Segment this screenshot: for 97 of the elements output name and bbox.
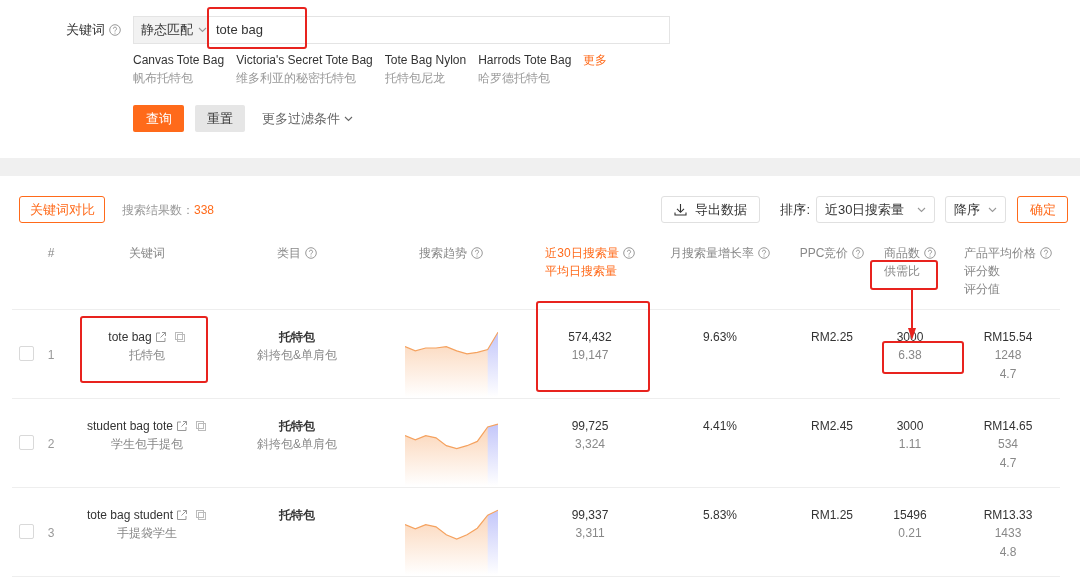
suggestion-link[interactable]: Victoria's Secret Tote Bag: [236, 52, 373, 68]
growth-rate: 9.63%: [703, 329, 737, 346]
column-header[interactable]: #: [47, 245, 55, 261]
average-price: RM15.54: [983, 329, 1033, 346]
help-icon[interactable]: [852, 247, 865, 259]
keyword-translation: 托特包: [129, 347, 165, 364]
suggestion-translation: 帆布托特包: [133, 70, 194, 87]
growth-rate: 5.83%: [703, 507, 737, 524]
chevron-down-icon: [344, 115, 353, 122]
chevron-down-icon: [198, 27, 207, 33]
sort-field-select[interactable]: 近30日搜索量: [816, 196, 935, 223]
reset-button[interactable]: 重置: [195, 105, 245, 132]
suggestion-translation: 维多利亚的秘密托特包: [236, 70, 358, 87]
result-count: 搜索结果数：338: [122, 201, 215, 219]
external-link-icon[interactable]: [154, 331, 167, 343]
suggestion-link[interactable]: Canvas Tote Bag: [133, 52, 225, 68]
rating-score: 4.8: [999, 544, 1017, 561]
help-icon[interactable]: [109, 24, 121, 36]
growth-rate: 4.41%: [703, 418, 737, 435]
keyword-translation: 手提袋学生: [117, 525, 177, 542]
ppc-price: RM2.25: [811, 329, 853, 346]
rating-score: 4.7: [999, 366, 1017, 383]
average-price: RM13.33: [983, 507, 1033, 524]
help-icon[interactable]: [305, 247, 317, 259]
column-header[interactable]: 搜索趋势: [419, 245, 467, 261]
help-icon[interactable]: [622, 247, 635, 259]
compare-button[interactable]: 关键词对比: [19, 196, 105, 223]
average-price: RM14.65: [983, 418, 1033, 435]
ppc-price: RM1.25: [811, 507, 853, 524]
supply-demand-ratio: 0.21: [898, 525, 922, 542]
more-link[interactable]: 更多: [583, 52, 608, 68]
search-field[interactable]: tote bag: [207, 16, 670, 44]
column-header[interactable]: 产品平均价格: [964, 245, 1036, 261]
rating-count: 1248: [994, 347, 1022, 364]
help-icon[interactable]: [471, 247, 483, 259]
column-header[interactable]: 评分数: [964, 263, 1000, 279]
daily-search-volume: 19,147: [571, 347, 609, 364]
search-volume: 99,337: [571, 507, 609, 524]
row-number: 2: [47, 436, 55, 453]
column-header[interactable]: 评分值: [964, 281, 1000, 297]
row-number: 3: [47, 525, 55, 542]
help-icon[interactable]: [1040, 247, 1052, 259]
search-volume: 574,432: [568, 329, 612, 346]
column-header[interactable]: 供需比: [884, 263, 920, 279]
export-button[interactable]: 导出数据: [661, 196, 761, 223]
external-link-icon[interactable]: [176, 509, 189, 521]
suggestion-link[interactable]: Tote Bag Nylon: [384, 52, 467, 68]
column-header[interactable]: 近30日搜索量: [545, 245, 619, 261]
supply-demand-ratio: 6.38: [898, 347, 922, 364]
rating-count: 1433: [994, 525, 1022, 542]
keyword-translation: 学生包手提包: [111, 436, 183, 453]
row-checkbox[interactable]: [18, 435, 34, 450]
supply-demand-ratio: 1.11: [898, 436, 922, 453]
keyword-link[interactable]: student bag tote: [86, 417, 174, 435]
column-header[interactable]: PPC竞价: [799, 245, 849, 261]
column-header[interactable]: 商品数: [884, 245, 920, 261]
chevron-down-icon: [988, 206, 997, 213]
confirm-button[interactable]: 确定: [1017, 196, 1068, 223]
category-name: 托特包: [279, 418, 315, 435]
keyword-link[interactable]: tote bag student: [86, 506, 174, 524]
copy-icon[interactable]: [173, 331, 186, 343]
product-count: 15496: [893, 507, 927, 524]
match-mode-select[interactable]: 静态匹配: [133, 16, 207, 44]
row-checkbox[interactable]: [18, 524, 34, 539]
daily-search-volume: 3,311: [575, 525, 605, 542]
copy-icon[interactable]: [195, 420, 208, 432]
category-name: 托特包: [279, 507, 315, 524]
suggestion-translation: 哈罗德托特包: [478, 70, 552, 87]
suggestion-translation: 托特包尼龙: [384, 70, 446, 87]
help-icon[interactable]: [924, 247, 936, 259]
chevron-down-icon: [917, 206, 926, 213]
copy-icon[interactable]: [195, 509, 208, 521]
daily-search-volume: 3,324: [574, 436, 605, 453]
keyword-link[interactable]: tote bag: [108, 328, 152, 346]
sort-label: 排序:: [780, 200, 810, 219]
search-volume: 99,725: [571, 418, 609, 435]
product-count: 3000: [896, 418, 924, 435]
field-label: 关键词: [66, 21, 105, 39]
more-filters-toggle[interactable]: 更多过滤条件: [262, 108, 353, 129]
category-name: 托特包: [279, 329, 315, 346]
sort-order-select[interactable]: 降序: [945, 196, 1006, 223]
row-number: 1: [47, 347, 55, 364]
column-header[interactable]: 类目: [277, 245, 301, 261]
ppc-price: RM2.45: [811, 418, 853, 435]
query-button[interactable]: 查询: [133, 105, 184, 132]
subcategory-name: 斜挎包&单肩包: [257, 436, 337, 453]
help-icon[interactable]: [758, 247, 770, 259]
external-link-icon[interactable]: [176, 420, 189, 432]
rating-score: 4.7: [999, 455, 1017, 472]
rating-count: 534: [998, 436, 1018, 453]
column-header[interactable]: 平均日搜索量: [545, 263, 618, 279]
subcategory-name: 斜挎包&单肩包: [257, 347, 337, 364]
column-header[interactable]: 关键词: [129, 245, 165, 261]
suggestion-link[interactable]: Harrods Tote Bag: [478, 52, 572, 68]
download-icon: [674, 203, 688, 216]
row-checkbox[interactable]: [18, 346, 34, 361]
column-header[interactable]: 月搜索量增长率: [670, 245, 754, 261]
